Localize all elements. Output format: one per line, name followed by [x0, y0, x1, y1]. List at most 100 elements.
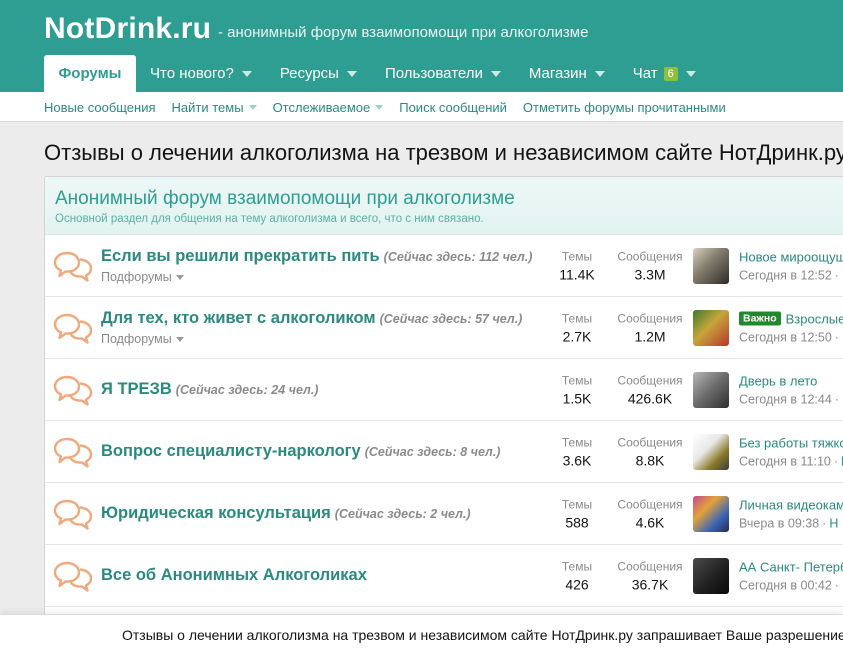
avatar[interactable] — [693, 495, 729, 532]
meta-separator: · — [834, 392, 839, 406]
forum-bubbles-icon[interactable] — [53, 560, 93, 592]
stat-threads: Темы 11.4K — [550, 249, 604, 282]
tab-label: Пользователи — [384, 65, 483, 82]
subforums-toggle[interactable]: Подфорумы — [101, 332, 522, 346]
last-post-title-text: АА Санкт- Петербург — [739, 559, 843, 574]
category-title[interactable]: Анонимный форум взаимопомощи при алкогол… — [55, 188, 843, 210]
forum-title-link[interactable]: Все об Анонимных Алкоголиках — [101, 566, 367, 584]
forum-main: Для тех, кто живет с алкоголиком (Сейчас … — [101, 297, 522, 358]
stat-threads: Темы 426 — [550, 559, 604, 592]
subforums-toggle[interactable]: Подфорумы — [101, 270, 532, 284]
forum-title-link[interactable]: Если вы решили прекратить пить — [101, 247, 380, 265]
forum-bubbles-icon[interactable] — [53, 374, 93, 406]
tab-label: Ресурсы — [279, 65, 339, 82]
stat-threads-value: 3.6K — [562, 452, 592, 468]
last-post-title[interactable]: Личная видеокамера — [739, 497, 843, 512]
meta-separator: · — [834, 268, 839, 282]
chevron-down-icon — [175, 336, 184, 342]
stat-messages-value: 1.2M — [634, 328, 666, 344]
subnav-find-threads[interactable]: Найти темы — [172, 100, 257, 115]
last-post-meta: Сегодня в 11:10·Н — [739, 454, 843, 468]
stat-messages-label: Сообщения — [617, 497, 683, 511]
chevron-down-icon[interactable] — [685, 70, 696, 77]
main-nav: Форумы Что нового? Ресурсы Пользователи … — [44, 55, 710, 92]
forum-row: Вопрос специалисту-наркологу (Сейчас здес… — [45, 421, 843, 483]
site-header: NotDrink.ru - анонимный форум взаимопомо… — [0, 0, 843, 92]
subnav-label: Отслеживаемое — [272, 99, 371, 115]
forum-row: Я ТРЕЗВ (Сейчас здесь: 24 чел.) Темы 1.5K Со… — [45, 359, 843, 421]
tab-members[interactable]: Пользователи — [371, 55, 515, 92]
last-post-date: Сегодня в 11:10 — [739, 454, 831, 468]
chevron-down-icon[interactable] — [594, 70, 605, 77]
last-post-date: Сегодня в 12:52 — [739, 268, 832, 282]
stat-messages-label: Сообщения — [617, 559, 683, 573]
forum-row: Юридическая консультация (Сейчас здесь: 2… — [45, 483, 843, 545]
tab-label: Форумы — [58, 65, 122, 82]
subnav-mark-read[interactable]: Отметить форумы прочитанными — [523, 100, 726, 115]
stat-threads-value: 11.4K — [559, 266, 595, 282]
forum-main: Если вы решили прекратить пить (Сейчас зд… — [101, 235, 532, 296]
forum-online-count: (Сейчас здесь: 8 чел.) — [364, 445, 501, 459]
tab-whats-new[interactable]: Что нового? — [136, 55, 266, 92]
last-post: Личная видеокамера Вчера в 09:38·Н — [739, 497, 843, 530]
tab-chat[interactable]: Чат 6 — [619, 55, 710, 92]
subnav-new-posts[interactable]: Новые сообщения — [44, 100, 156, 115]
last-post-title[interactable]: Без работы тяжко — [739, 435, 843, 450]
tab-shop[interactable]: Магазин — [515, 55, 619, 92]
chevron-down-icon — [175, 274, 184, 280]
avatar[interactable] — [693, 557, 729, 594]
stat-threads-value: 588 — [565, 514, 589, 530]
forum-bubbles-icon[interactable] — [53, 312, 93, 344]
forum-title-link[interactable]: Вопрос специалисту-наркологу — [101, 442, 361, 460]
avatar[interactable] — [693, 247, 729, 284]
last-post-title[interactable]: Дверь в лето — [739, 373, 843, 388]
stat-messages-value: 4.6K — [635, 514, 665, 530]
forum-title-line: Если вы решили прекратить пить (Сейчас зд… — [101, 247, 532, 266]
last-post-title[interactable]: Важно Взрослые — [739, 311, 843, 326]
stat-messages: Сообщения 4.6K — [611, 497, 689, 530]
forum-title-link[interactable]: Юридическая консультация — [101, 504, 331, 522]
site-tagline: - анонимный форум взаимопомощи при алког… — [218, 24, 589, 41]
site-logo[interactable]: NotDrink.ru — [44, 12, 211, 46]
tab-forums[interactable]: Форумы — [44, 55, 136, 92]
last-post-title-text: Личная видеокамера — [739, 497, 843, 512]
chevron-down-icon[interactable] — [375, 104, 384, 110]
forum-title-link[interactable]: Для тех, кто живет с алкоголиком — [101, 309, 376, 327]
tab-resources[interactable]: Ресурсы — [266, 55, 371, 92]
forum-row: Все об Анонимных Алкоголиках Темы 426 Сообщ… — [45, 545, 843, 607]
chevron-down-icon[interactable] — [346, 70, 357, 77]
forum-main: Я ТРЕЗВ (Сейчас здесь: 24 чел.) — [101, 359, 318, 420]
forum-online-count: (Сейчас здесь: 24 чел.) — [175, 383, 319, 397]
forum-online-count: (Сейчас здесь: 57 чел.) — [379, 312, 523, 326]
subnav-label: Поиск сообщений — [399, 99, 507, 115]
chevron-down-icon[interactable] — [490, 70, 501, 77]
forum-bubbles-icon[interactable] — [53, 250, 93, 282]
tab-label: Чат — [632, 65, 658, 82]
forum-bubbles-icon[interactable] — [53, 436, 93, 468]
chevron-down-icon[interactable] — [241, 70, 252, 77]
last-post-date: Сегодня в 12:50 — [739, 330, 832, 344]
last-post-date: Сегодня в 12:44 — [739, 392, 832, 406]
last-post-title[interactable]: Новое мироощущение — [739, 249, 843, 264]
last-post-title[interactable]: АА Санкт- Петербург — [739, 559, 843, 574]
subnav-search-posts[interactable]: Поиск сообщений — [399, 100, 507, 115]
avatar[interactable] — [693, 309, 729, 346]
forum-main: Вопрос специалисту-наркологу (Сейчас здес… — [101, 421, 500, 482]
category-header: Анонимный форум взаимопомощи при алкогол… — [45, 177, 843, 235]
forum-bubbles-icon[interactable] — [53, 498, 93, 530]
forum-row: Для тех, кто живет с алкоголиком (Сейчас … — [45, 297, 843, 359]
avatar[interactable] — [693, 433, 729, 470]
chevron-down-icon[interactable] — [248, 104, 257, 110]
page-title: Отзывы о лечении алкоголизма на трезвом … — [44, 140, 843, 165]
subnav-watched[interactable]: Отслеживаемое — [273, 100, 384, 115]
stat-messages-value: 36.7K — [631, 576, 669, 592]
forum-title-link[interactable]: Я ТРЕЗВ — [101, 380, 172, 398]
stat-messages: Сообщения 1.2M — [611, 311, 689, 344]
stat-threads-value: 426 — [565, 576, 589, 592]
consent-text: Отзывы о лечении алкоголизма на трезвом … — [122, 627, 843, 643]
forum-row: Если вы решили прекратить пить (Сейчас зд… — [45, 235, 843, 297]
meta-separator: · — [833, 454, 839, 468]
last-post-author[interactable]: Н — [829, 516, 838, 530]
forum-title-line: Я ТРЕЗВ (Сейчас здесь: 24 чел.) — [101, 380, 318, 399]
avatar[interactable] — [693, 371, 729, 408]
